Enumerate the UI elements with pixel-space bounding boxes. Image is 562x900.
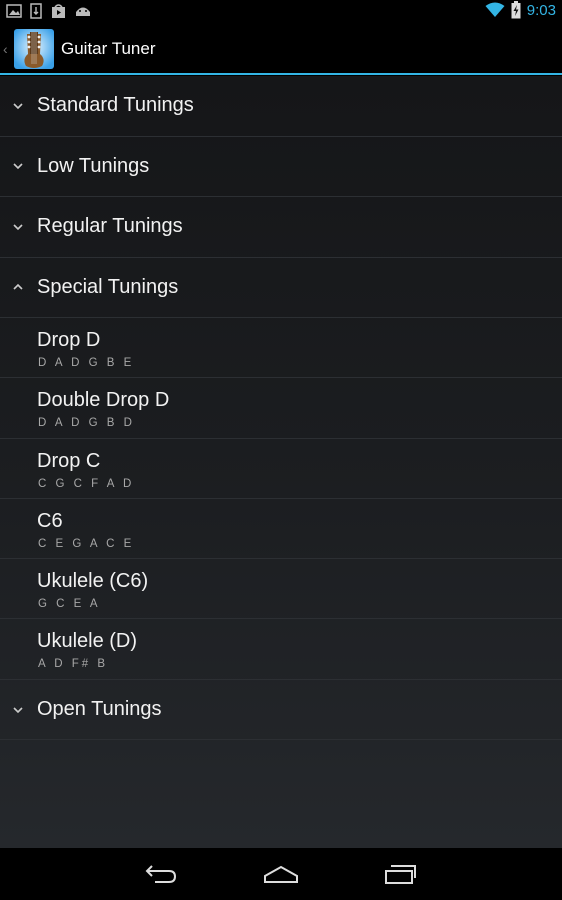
tuning-name: Drop D xyxy=(37,329,101,351)
tuning-name: Drop C xyxy=(37,449,101,472)
chevron-down-icon xyxy=(13,163,23,170)
play-store-icon xyxy=(52,4,65,18)
tuning-item-drop-c[interactable]: Drop C C G C F A D xyxy=(0,439,562,499)
system-status: 9:03 xyxy=(485,1,556,19)
image-icon xyxy=(6,4,22,18)
up-caret-icon[interactable]: ‹ xyxy=(3,41,13,57)
tuning-name: C6 xyxy=(37,509,63,532)
tuning-name: Ukulele (D) xyxy=(37,630,138,653)
wifi-icon xyxy=(485,2,505,17)
home-icon[interactable] xyxy=(263,862,299,886)
app-title: Guitar Tuner xyxy=(61,39,156,58)
navigation-bar xyxy=(0,848,562,900)
group-label: Special Tunings xyxy=(37,275,179,298)
group-label: Low Tunings xyxy=(37,154,150,177)
recent-apps-icon[interactable] xyxy=(383,862,419,886)
tuning-item-ukulele-c6[interactable]: Ukulele (C6) G C E A xyxy=(0,559,562,620)
tuning-notes: A D F# B xyxy=(38,658,109,671)
chevron-down-icon xyxy=(13,103,23,109)
guitar-app-icon[interactable] xyxy=(13,28,55,70)
group-label: Regular Tunings xyxy=(37,215,183,238)
chevron-up-icon xyxy=(13,284,23,290)
group-standard-tunings[interactable]: Standard Tunings xyxy=(0,76,562,137)
battery-charging-icon xyxy=(511,1,521,19)
back-icon[interactable] xyxy=(143,862,179,886)
group-open-tunings[interactable]: Open Tunings xyxy=(0,680,562,741)
tuning-notes: C E G A C E xyxy=(38,537,135,550)
tuning-item-drop-d[interactable]: Drop D D A D G B E xyxy=(0,318,562,379)
tuning-notes: G C E A xyxy=(38,598,101,611)
notification-icons xyxy=(6,3,92,19)
android-icon xyxy=(76,7,90,16)
tuning-notes: D A D G B D xyxy=(38,417,135,430)
tuning-list: Standard Tunings Low Tunings Regular Tun… xyxy=(0,76,562,848)
group-special-tunings[interactable]: Special Tunings xyxy=(0,258,562,318)
tuning-notes: D A D G B E xyxy=(38,357,135,369)
tuning-item-c6[interactable]: C6 C E G A C E xyxy=(0,499,562,560)
sd-card-icon xyxy=(30,3,42,19)
group-label: Standard Tunings xyxy=(37,94,194,117)
action-bar: ‹ Guitar Tuner xyxy=(0,24,562,74)
tuning-item-ukulele-d[interactable]: Ukulele (D) A D F# B xyxy=(0,619,562,680)
group-low-tunings[interactable]: Low Tunings xyxy=(0,137,562,197)
tuning-item-double-drop-d[interactable]: Double Drop D D A D G B D xyxy=(0,378,562,439)
clock: 9:03 xyxy=(526,1,556,19)
action-bar-divider xyxy=(0,73,562,75)
chevron-down-icon xyxy=(13,706,23,713)
chevron-down-icon xyxy=(13,224,23,230)
tuning-name: Ukulele (C6) xyxy=(37,570,149,593)
group-label: Open Tunings xyxy=(37,698,162,721)
status-bar: 9:03 xyxy=(0,0,562,24)
group-regular-tunings[interactable]: Regular Tunings xyxy=(0,197,562,258)
tuning-notes: C G C F A D xyxy=(38,477,135,490)
tuning-name: Double Drop D xyxy=(37,389,170,412)
